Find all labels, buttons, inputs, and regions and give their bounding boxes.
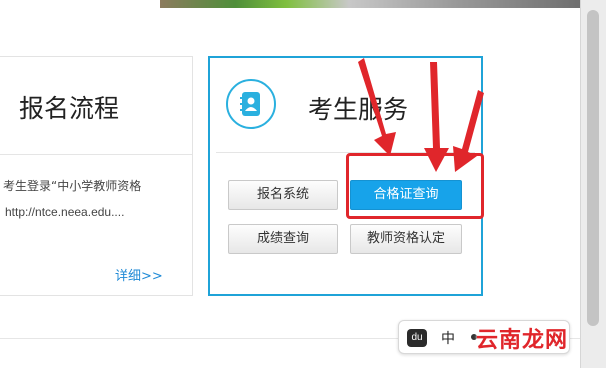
- card-divider: [0, 154, 192, 155]
- ime-logo-icon[interactable]: du: [407, 329, 427, 347]
- scrollbar-thumb[interactable]: [587, 10, 599, 326]
- vertical-scrollbar[interactable]: [580, 0, 606, 368]
- address-book-icon: [226, 79, 276, 129]
- watermark-text: 云南龙网: [476, 328, 569, 353]
- process-url[interactable]: http://ntce.neea.edu....: [5, 205, 124, 219]
- registration-process-title: 报名流程: [19, 94, 120, 123]
- candidate-service-title: 考生服务: [308, 95, 409, 124]
- annotation-highlight-box: [346, 153, 484, 219]
- page: 报名流程 考生登录“中小学教师资格 http://ntce.neea.edu..…: [0, 0, 580, 368]
- registration-system-button[interactable]: 报名系统: [228, 180, 338, 210]
- ime-mode-indicator[interactable]: 中: [441, 328, 455, 348]
- teacher-qualification-button[interactable]: 教师资格认定: [350, 224, 462, 254]
- registration-process-card: 报名流程 考生登录“中小学教师资格 http://ntce.neea.edu..…: [0, 56, 193, 296]
- score-query-button[interactable]: 成绩查询: [228, 224, 338, 254]
- process-description: 考生登录“中小学教师资格: [3, 179, 142, 193]
- details-link[interactable]: 详细>>: [115, 265, 163, 284]
- banner-image: [160, 0, 580, 8]
